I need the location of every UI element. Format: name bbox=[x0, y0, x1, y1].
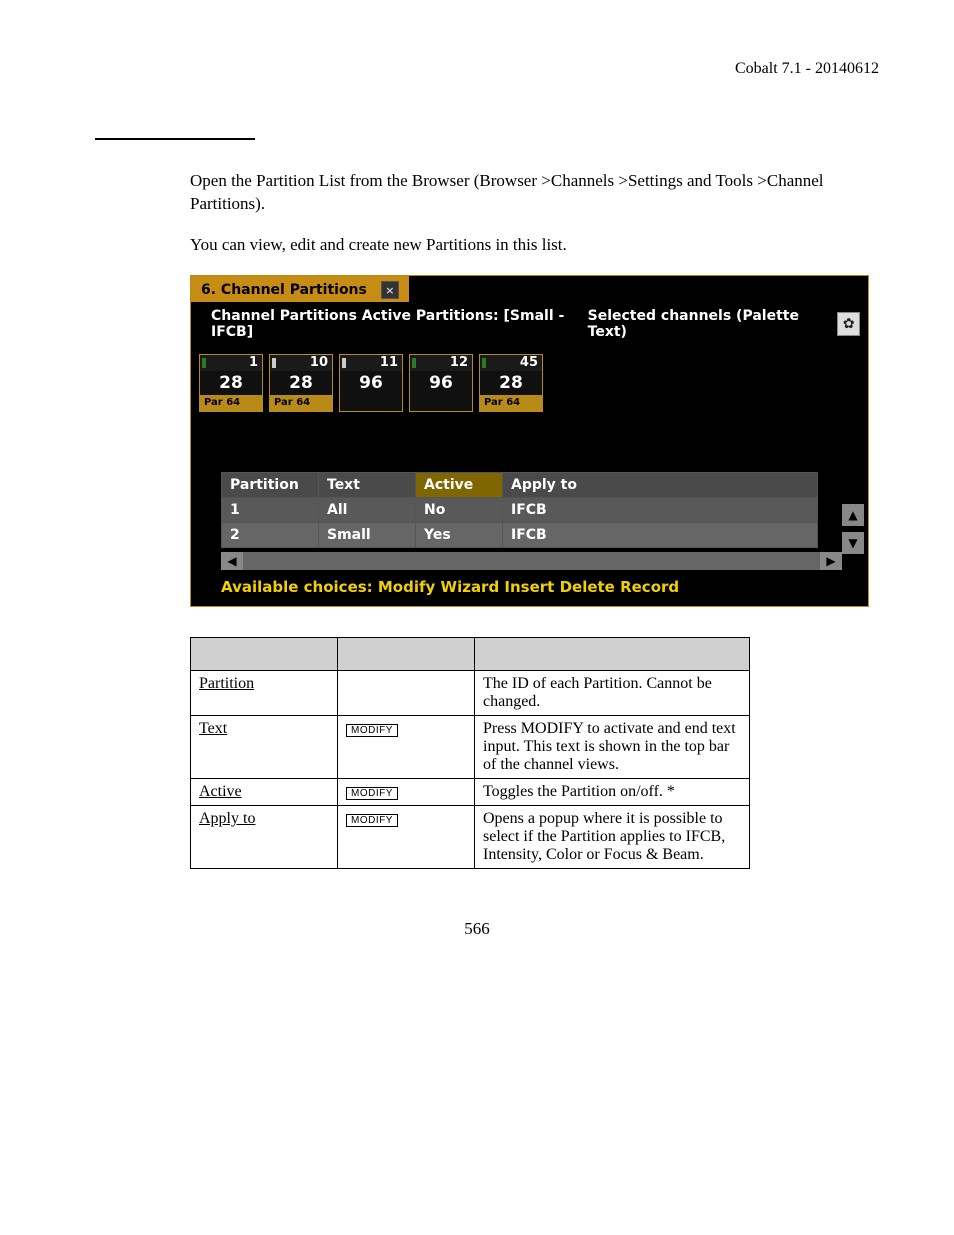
hscroll-track[interactable] bbox=[243, 554, 820, 568]
page-number: 566 bbox=[75, 919, 879, 939]
col-text[interactable]: Text bbox=[319, 472, 416, 497]
panel-heading-left: Channel Partitions Active Partitions: [S… bbox=[211, 308, 588, 340]
scroll-right-icon[interactable]: ▶ bbox=[820, 552, 842, 570]
mark-icon bbox=[482, 358, 486, 368]
panel-tab-title: 6. Channel Partitions bbox=[201, 282, 367, 298]
modify-button[interactable]: MODIFY bbox=[346, 724, 398, 737]
available-choices: Available choices: Modify Wizard Insert … bbox=[191, 570, 868, 606]
modify-button[interactable]: MODIFY bbox=[346, 787, 398, 800]
channel-tile[interactable]: 10 28 Par 64 bbox=[269, 354, 333, 412]
doc-header: Cobalt 7.1 - 20140612 bbox=[75, 60, 879, 78]
table-row: Text MODIFY Press MODIFY to activate and… bbox=[191, 715, 750, 778]
mark-icon bbox=[272, 358, 276, 368]
section-rule bbox=[95, 138, 255, 140]
partition-table[interactable]: Partition Text Active Apply to 1 All No … bbox=[221, 472, 818, 548]
columns-reference-table: Partition The ID of each Partition. Cann… bbox=[190, 637, 750, 869]
ref-col1-header bbox=[191, 637, 338, 670]
scroll-down-icon[interactable]: ▼ bbox=[842, 532, 864, 554]
channel-tile[interactable]: 11 96 bbox=[339, 354, 403, 412]
close-icon[interactable]: × bbox=[381, 281, 399, 299]
panel-tab[interactable]: 6. Channel Partitions × bbox=[191, 276, 409, 302]
paragraph-1: Open the Partition List from the Browser… bbox=[190, 170, 859, 216]
paragraph-2: You can view, edit and create new Partit… bbox=[190, 234, 859, 257]
mark-icon bbox=[342, 358, 346, 368]
table-row: Active MODIFY Toggles the Partition on/o… bbox=[191, 778, 750, 805]
channel-partitions-panel: 6. Channel Partitions × Channel Partitio… bbox=[190, 275, 869, 607]
gear-icon[interactable]: ✿ bbox=[837, 312, 860, 336]
mark-icon bbox=[202, 358, 206, 368]
panel-heading-right: Selected channels (Palette Text) bbox=[588, 308, 828, 340]
scroll-up-icon[interactable]: ▲ bbox=[842, 504, 864, 526]
scroll-left-icon[interactable]: ◀ bbox=[221, 552, 243, 570]
table-row: Partition The ID of each Partition. Cann… bbox=[191, 670, 750, 715]
table-row[interactable]: 2 Small Yes IFCB bbox=[222, 522, 818, 547]
col-partition[interactable]: Partition bbox=[222, 472, 319, 497]
mark-icon bbox=[412, 358, 416, 368]
col-active[interactable]: Active bbox=[416, 472, 503, 497]
channel-tile[interactable]: 1 28 Par 64 bbox=[199, 354, 263, 412]
col-applyto[interactable]: Apply to bbox=[503, 472, 818, 497]
channel-tile[interactable]: 12 96 bbox=[409, 354, 473, 412]
table-row: Apply to MODIFY Opens a popup where it i… bbox=[191, 805, 750, 868]
body-text: Open the Partition List from the Browser… bbox=[190, 170, 859, 257]
modify-button[interactable]: MODIFY bbox=[346, 814, 398, 827]
channel-tile[interactable]: 45 28 Par 64 bbox=[479, 354, 543, 412]
ref-col2-header bbox=[338, 637, 475, 670]
ref-col3-header bbox=[475, 637, 750, 670]
channels-row: 1 28 Par 64 10 28 Par 64 11 96 12 96 45 bbox=[191, 346, 868, 412]
table-row[interactable]: 1 All No IFCB bbox=[222, 497, 818, 522]
